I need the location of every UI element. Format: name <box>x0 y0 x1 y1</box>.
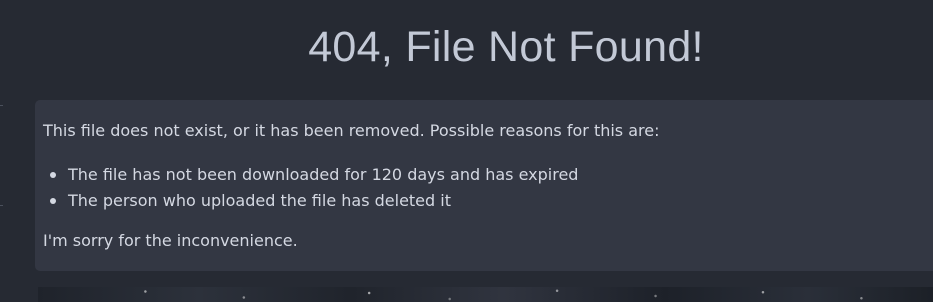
reason-list-item: The file has not been downloaded for 120… <box>50 162 579 188</box>
bullet-icon <box>50 198 56 204</box>
starfield-background-image <box>38 287 933 302</box>
apology-text: I'm sorry for the inconvenience. <box>43 231 298 250</box>
reasons-list: The file has not been downloaded for 120… <box>50 162 579 214</box>
reason-text: The file has not been downloaded for 120… <box>68 165 579 184</box>
page-title: 404, File Not Found! <box>308 23 704 71</box>
left-edge-mark <box>0 205 3 206</box>
error-intro-text: This file does not exist, or it has been… <box>43 121 660 140</box>
error-page: 404, File Not Found! This file does not … <box>0 0 933 302</box>
bullet-icon <box>50 172 56 178</box>
page-header: 404, File Not Found! <box>0 0 933 100</box>
reason-text: The person who uploaded the file has del… <box>68 191 451 210</box>
error-message-panel: This file does not exist, or it has been… <box>35 100 933 271</box>
left-edge-mark <box>0 105 3 106</box>
reason-list-item: The person who uploaded the file has del… <box>50 188 578 214</box>
